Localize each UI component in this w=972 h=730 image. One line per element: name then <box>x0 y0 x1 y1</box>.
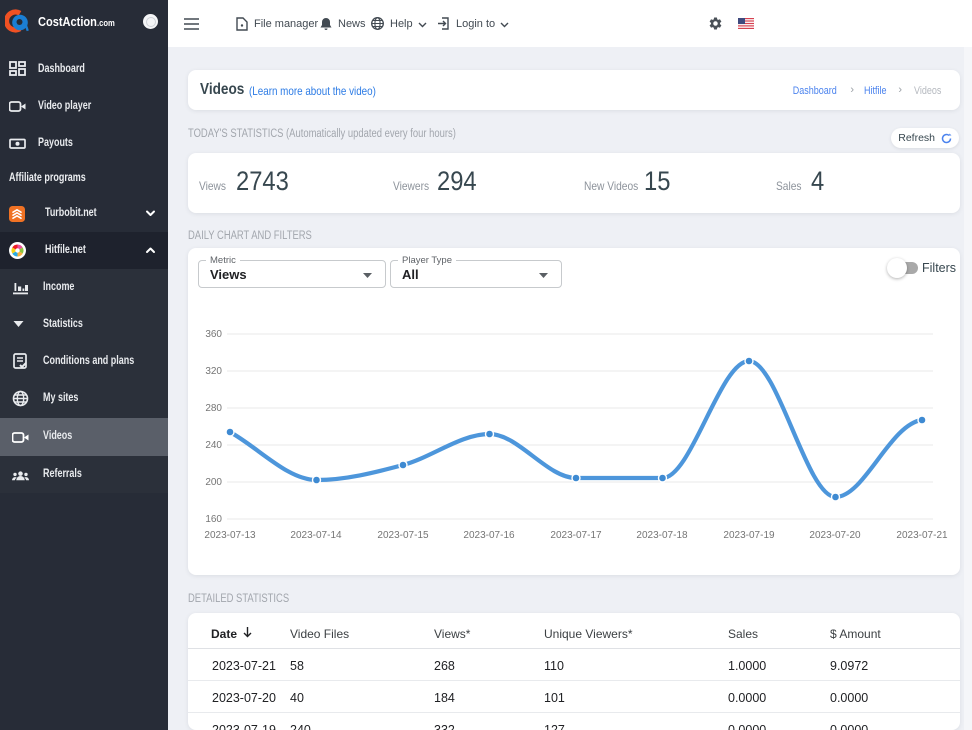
svg-text:280: 280 <box>205 403 222 414</box>
svg-text:2023-07-17: 2023-07-17 <box>550 530 602 541</box>
svg-text:2023-07-13: 2023-07-13 <box>204 530 256 541</box>
svg-text:240: 240 <box>205 440 222 451</box>
svg-text:2023-07-16: 2023-07-16 <box>463 530 515 541</box>
svg-text:160: 160 <box>205 514 222 525</box>
svg-text:2023-07-19: 2023-07-19 <box>723 530 775 541</box>
svg-text:2023-07-20: 2023-07-20 <box>809 530 861 541</box>
svg-text:2023-07-14: 2023-07-14 <box>290 530 342 541</box>
svg-text:2023-07-18: 2023-07-18 <box>636 530 688 541</box>
svg-text:360: 360 <box>205 329 222 340</box>
svg-text:2023-07-15: 2023-07-15 <box>377 530 429 541</box>
svg-text:2023-07-21: 2023-07-21 <box>896 530 948 541</box>
svg-text:200: 200 <box>205 477 222 488</box>
svg-text:320: 320 <box>205 366 222 377</box>
